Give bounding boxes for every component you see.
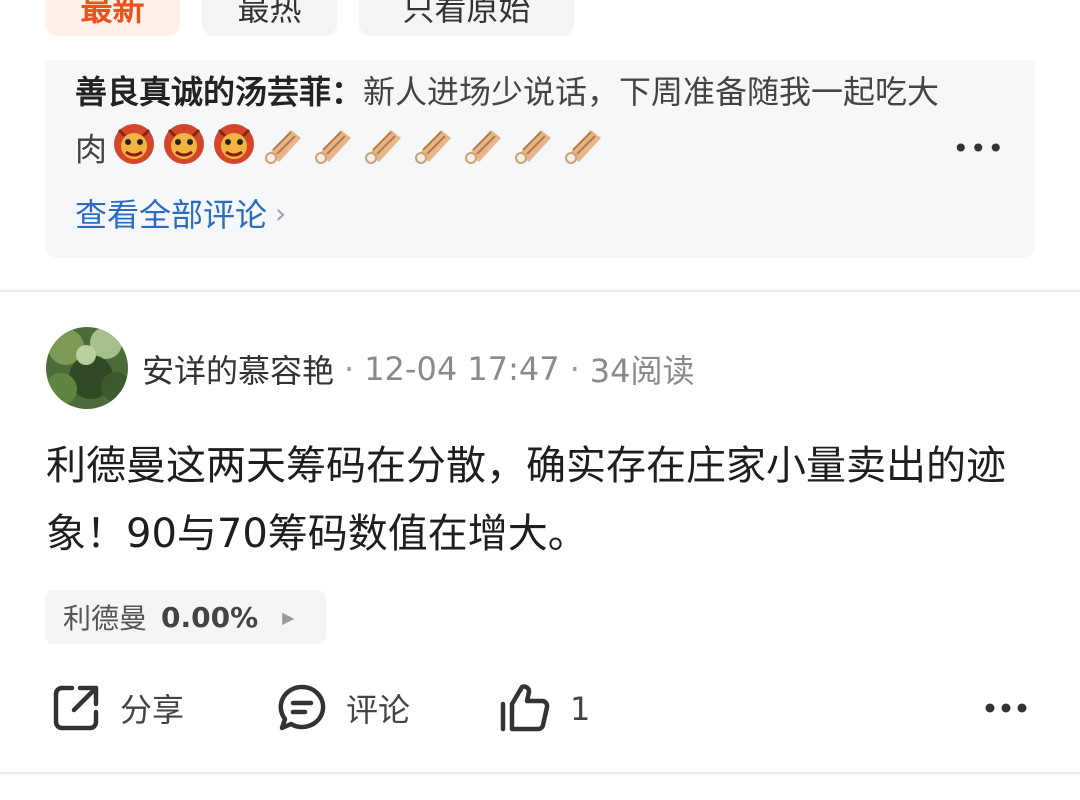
like-button[interactable]: 1 bbox=[498, 682, 590, 736]
comment-label: 评论 bbox=[346, 691, 411, 729]
comment-preview[interactable]: 善良真诚的汤芸菲：新人进场少说话，下周准备随我一起吃大肉 ••• 查看全部评论 … bbox=[45, 60, 1035, 258]
meta-separator: · bbox=[344, 350, 355, 388]
comment-author: 善良真诚的汤芸菲： bbox=[75, 73, 364, 111]
meat-icon bbox=[461, 120, 507, 183]
view-all-label: 查看全部评论 bbox=[75, 196, 268, 234]
lion-dance-icon bbox=[111, 120, 157, 183]
meat-icon bbox=[361, 120, 407, 183]
share-button[interactable]: 分享 bbox=[50, 682, 184, 734]
stock-name: 利德曼 bbox=[63, 602, 148, 635]
filter-tabs: 最新 最热 只看原始 bbox=[45, 0, 574, 36]
avatar[interactable] bbox=[46, 327, 128, 409]
post-body[interactable]: 利德曼这两天筹码在分散，确实存在庄家小量卖出的迹象！90与70筹码数值在增大。 bbox=[46, 432, 1036, 568]
like-count: 1 bbox=[570, 690, 591, 728]
divider bbox=[0, 772, 1080, 774]
post-meta: 安详的慕容艳 · 12-04 17:47 · 34阅读 bbox=[142, 346, 694, 392]
tab-latest[interactable]: 最新 bbox=[45, 0, 180, 36]
comment-button[interactable]: 评论 bbox=[276, 682, 410, 734]
meat-icon bbox=[311, 120, 357, 183]
more-options-icon[interactable] bbox=[984, 696, 1028, 724]
chevron-right-icon: › bbox=[275, 196, 287, 230]
stock-change: 0.00% bbox=[161, 600, 259, 634]
post-author[interactable]: 安详的慕容艳 bbox=[142, 346, 334, 392]
post-time: 12-04 17:47 bbox=[364, 350, 560, 388]
meat-icon bbox=[561, 120, 607, 183]
comment-bubble-icon bbox=[276, 682, 328, 734]
tab-original-only[interactable]: 只看原始 bbox=[359, 0, 574, 36]
stock-chip[interactable]: 利德曼 0.00% ▶ bbox=[45, 590, 326, 644]
tab-hottest[interactable]: 最热 bbox=[202, 0, 337, 36]
lion-dance-icon bbox=[211, 120, 257, 183]
share-label: 分享 bbox=[120, 691, 185, 729]
comment-more-icon[interactable]: ••• bbox=[952, 132, 1005, 165]
meat-icon bbox=[261, 120, 307, 183]
emoji-row bbox=[111, 120, 607, 183]
meta-separator: · bbox=[569, 350, 580, 388]
view-all-comments-link[interactable]: 查看全部评论 › bbox=[75, 190, 286, 236]
divider bbox=[0, 290, 1080, 292]
thumbs-up-icon bbox=[498, 682, 552, 736]
post-reads: 34阅读 bbox=[589, 352, 695, 390]
meat-icon bbox=[511, 120, 557, 183]
meat-icon bbox=[411, 120, 457, 183]
lion-dance-icon bbox=[161, 120, 207, 183]
share-icon bbox=[50, 682, 102, 734]
comment-text-block: 善良真诚的汤芸菲：新人进场少说话，下周准备随我一起吃大肉 bbox=[75, 64, 955, 183]
play-arrow-icon: ▶ bbox=[282, 607, 295, 627]
